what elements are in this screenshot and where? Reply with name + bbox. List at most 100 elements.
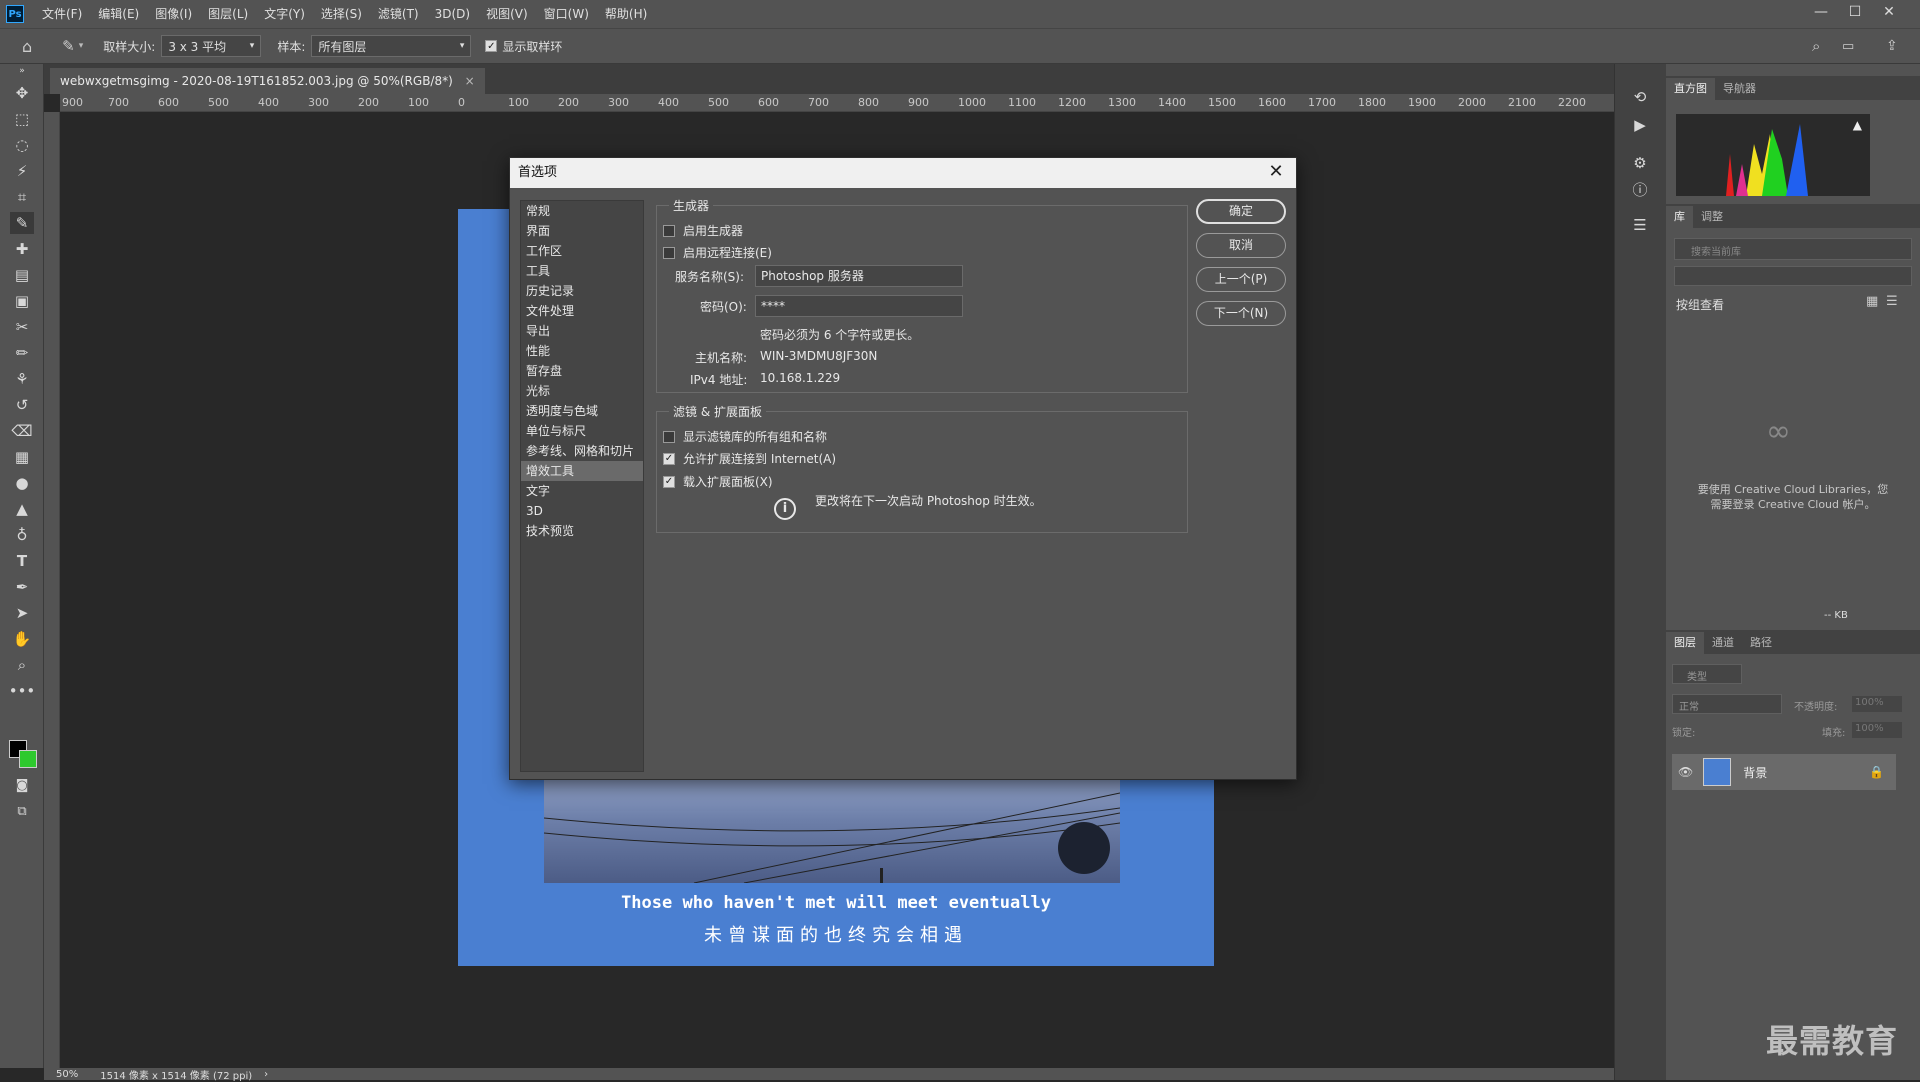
- category-item-workspace[interactable]: 工作区: [521, 241, 643, 261]
- collapse-icon[interactable]: »: [10, 64, 34, 78]
- type-tool-icon[interactable]: T: [10, 550, 34, 572]
- menu-3d[interactable]: 3D(D): [427, 0, 478, 28]
- close-window-icon[interactable]: ✕: [1872, 0, 1906, 24]
- document-tab[interactable]: webwxgetmsgimg - 2020-08-19T161852.003.j…: [50, 68, 485, 94]
- minimize-icon[interactable]: —: [1804, 0, 1838, 24]
- show-all-groups-checkbox[interactable]: [663, 430, 675, 443]
- lock-icon[interactable]: 🔒: [1869, 765, 1884, 779]
- sample-size-select[interactable]: 3 x 3 平均 ▾: [161, 35, 262, 57]
- library-search-input[interactable]: 搜索当前库: [1674, 238, 1912, 260]
- tab-layers[interactable]: 图层: [1666, 632, 1704, 654]
- tab-paths[interactable]: 路径: [1742, 632, 1780, 654]
- fill-input[interactable]: 100%: [1852, 722, 1902, 738]
- actions-panel-icon[interactable]: ▶: [1629, 114, 1651, 136]
- home-icon[interactable]: ⌂: [22, 37, 32, 56]
- ruler-tool-icon[interactable]: ▤: [10, 264, 34, 286]
- chevron-down-icon[interactable]: ▾: [79, 41, 84, 51]
- category-item-transparency[interactable]: 透明度与色域: [521, 401, 643, 421]
- eyedropper-tool-icon[interactable]: ✎: [10, 212, 34, 234]
- category-item-file-handling[interactable]: 文件处理: [521, 301, 643, 321]
- opacity-input[interactable]: 100%: [1852, 696, 1902, 712]
- next-button[interactable]: 下一个(N): [1196, 301, 1286, 326]
- category-item-performance[interactable]: 性能: [521, 341, 643, 361]
- cancel-button[interactable]: 取消: [1196, 233, 1286, 258]
- history-brush-icon[interactable]: ↺: [10, 394, 34, 416]
- category-item-plugins[interactable]: 增效工具: [521, 461, 643, 481]
- hand-tool-icon[interactable]: ✋: [10, 628, 34, 650]
- warning-icon[interactable]: ▲: [1853, 118, 1862, 132]
- menu-select[interactable]: 选择(S): [313, 0, 370, 28]
- category-item-scratch-disks[interactable]: 暂存盘: [521, 361, 643, 381]
- menu-filter[interactable]: 滤镜(T): [370, 0, 427, 28]
- blur-tool-icon[interactable]: ●: [10, 472, 34, 494]
- close-tab-icon[interactable]: ×: [465, 74, 475, 88]
- brush-tool-icon[interactable]: ✏: [10, 342, 34, 364]
- allow-internet-checkbox[interactable]: ✓: [663, 452, 675, 465]
- history-panel-icon[interactable]: ⟲: [1629, 86, 1651, 108]
- grid-view-icon[interactable]: ▦: [1866, 294, 1878, 309]
- eraser-tool-icon[interactable]: ⌫: [10, 420, 34, 442]
- properties-panel-icon[interactable]: ⚙: [1629, 152, 1651, 174]
- category-item-3d[interactable]: 3D: [521, 501, 643, 521]
- sample-select[interactable]: 所有图层 ▾: [311, 35, 472, 57]
- enable-remote-checkbox[interactable]: [663, 246, 675, 259]
- marquee-tool-icon[interactable]: ⬚: [10, 108, 34, 130]
- eye-icon[interactable]: 👁: [1678, 765, 1693, 779]
- blend-mode-select[interactable]: 正常: [1672, 694, 1782, 714]
- screen-mode-icon[interactable]: ⧉: [10, 800, 34, 822]
- tab-channels[interactable]: 通道: [1704, 632, 1742, 654]
- eyedropper-preset-icon[interactable]: ✎: [62, 37, 75, 55]
- zoom-level[interactable]: 50%: [56, 1069, 78, 1080]
- category-item-tools[interactable]: 工具: [521, 261, 643, 281]
- quick-mask-icon[interactable]: ◙: [10, 774, 34, 796]
- library-view-dropdown[interactable]: 按组查看: [1676, 296, 1724, 313]
- dodge-tool-icon[interactable]: ♁: [10, 524, 34, 546]
- category-item-cursors[interactable]: 光标: [521, 381, 643, 401]
- zoom-tool-icon[interactable]: ⌕: [10, 654, 34, 676]
- category-item-tech-preview[interactable]: 技术预览: [521, 521, 643, 541]
- service-name-input[interactable]: Photoshop 服务器: [755, 265, 963, 287]
- magic-wand-icon[interactable]: ⚡: [10, 160, 34, 182]
- previous-button[interactable]: 上一个(P): [1196, 267, 1286, 292]
- category-item-guides[interactable]: 参考线、网格和切片: [521, 441, 643, 461]
- frame-tool-icon[interactable]: ▣: [10, 290, 34, 312]
- sharpen-tool-icon[interactable]: ▲: [10, 498, 34, 520]
- enable-generator-checkbox[interactable]: [663, 224, 675, 237]
- load-panels-checkbox[interactable]: ✓: [663, 475, 675, 488]
- layer-row[interactable]: 👁 背景 🔒: [1672, 754, 1896, 790]
- background-color-swatch[interactable]: [19, 750, 37, 768]
- menu-layer[interactable]: 图层(L): [200, 0, 256, 28]
- search-icon[interactable]: ⌕: [1812, 37, 1820, 55]
- category-item-interface[interactable]: 界面: [521, 221, 643, 241]
- show-ring-checkbox[interactable]: ✓: [485, 40, 498, 52]
- gradient-tool-icon[interactable]: ▦: [10, 446, 34, 468]
- tab-libraries[interactable]: 库: [1666, 206, 1693, 228]
- tab-adjustments[interactable]: 调整: [1693, 206, 1731, 228]
- menu-image[interactable]: 图像(I): [147, 0, 200, 28]
- healing-brush-icon[interactable]: ✚: [10, 238, 34, 260]
- tab-navigator[interactable]: 导航器: [1715, 78, 1764, 100]
- tab-histogram[interactable]: 直方图: [1666, 78, 1715, 100]
- dialog-close-icon[interactable]: ✕: [1266, 162, 1286, 182]
- lasso-tool-icon[interactable]: ◌: [10, 134, 34, 156]
- pen-tool-icon[interactable]: ✒: [10, 576, 34, 598]
- share-icon[interactable]: ⇪: [1886, 38, 1898, 54]
- info-panel-icon[interactable]: ⓘ: [1629, 178, 1651, 200]
- password-input[interactable]: ****: [755, 295, 963, 317]
- category-item-export[interactable]: 导出: [521, 321, 643, 341]
- ok-button[interactable]: 确定: [1196, 199, 1286, 224]
- library-select[interactable]: [1674, 266, 1912, 286]
- menu-edit[interactable]: 编辑(E): [90, 0, 147, 28]
- menu-view[interactable]: 视图(V): [478, 0, 536, 28]
- menu-file[interactable]: 文件(F): [34, 0, 90, 28]
- category-item-units[interactable]: 单位与标尺: [521, 421, 643, 441]
- layer-name[interactable]: 背景: [1743, 764, 1767, 781]
- layer-filter-select[interactable]: 类型: [1672, 664, 1742, 684]
- stamp-tool-icon[interactable]: ⚘: [10, 368, 34, 390]
- more-tools-icon[interactable]: •••: [9, 680, 36, 702]
- workspace-icon[interactable]: ▭: [1842, 39, 1854, 54]
- character-panel-icon[interactable]: ☰: [1629, 214, 1651, 236]
- maximize-icon[interactable]: ☐: [1838, 0, 1872, 24]
- category-item-type[interactable]: 文字: [521, 481, 643, 501]
- category-item-history[interactable]: 历史记录: [521, 281, 643, 301]
